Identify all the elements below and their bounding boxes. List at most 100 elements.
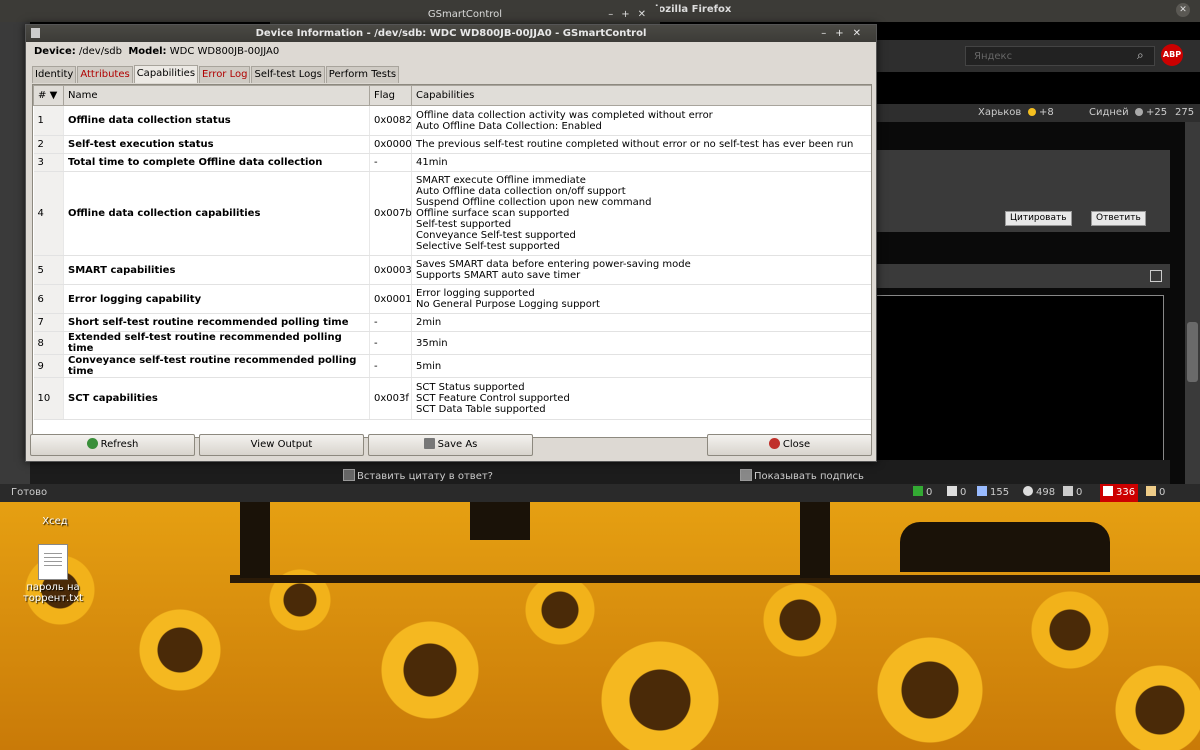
expand-icon[interactable] <box>1150 270 1162 282</box>
capability-line: 2min <box>416 317 442 328</box>
note-icon <box>947 486 957 496</box>
reply-textarea[interactable] <box>875 295 1164 483</box>
firefox-scrollbar[interactable] <box>1185 122 1200 484</box>
home-icon <box>977 486 987 496</box>
trash-icon <box>1146 486 1156 496</box>
plus-icon <box>913 486 923 496</box>
refresh-icon <box>86 438 98 449</box>
row-capabilities: Saves SMART data before entering power-s… <box>411 255 871 285</box>
close-button[interactable]: Close <box>707 434 872 456</box>
capability-line: Auto Offline data collection on/off supp… <box>416 186 626 197</box>
tab-self-test-logs[interactable]: Self-test Logs <box>251 66 325 83</box>
text-file-icon <box>38 544 68 580</box>
close-icon <box>768 438 780 449</box>
search-input[interactable]: Яндекс <box>965 46 1155 66</box>
row-flag: 0x007b <box>369 171 412 256</box>
capability-line: Supports SMART auto save timer <box>416 270 581 281</box>
column-header-number[interactable]: # ▼ <box>33 85 64 106</box>
desktop-icon-folder[interactable]: Хсед <box>20 516 90 527</box>
gsmartcontrol-title: GSmartControl <box>427 9 503 20</box>
tab-perform-tests[interactable]: Perform Tests <box>325 66 400 83</box>
table-row[interactable]: 1 Offline data collection status 0x0082 Off… <box>33 105 871 136</box>
firefox-close-button[interactable]: ✕ <box>1176 3 1190 17</box>
table-row[interactable]: 3 Total time to complete Offline data col… <box>33 153 871 172</box>
capability-line: Offline surface scan supported <box>416 208 570 219</box>
capability-line: Suspend Offline collection upon new comm… <box>416 197 652 208</box>
table-row[interactable]: 4 Offline data collection capabilities 0x0… <box>33 171 871 256</box>
capability-line: Offline data collection activity was com… <box>416 109 713 121</box>
view-output-button[interactable]: View Output <box>199 434 364 456</box>
row-name: Short self-test routine recommended poll… <box>63 313 370 332</box>
show-signature-label: Показывать подпись <box>754 471 864 482</box>
tab-attributes[interactable]: Attributes <box>77 66 133 83</box>
column-header-capabilities[interactable]: Capabilities <box>411 85 871 106</box>
row-flag: - <box>369 153 412 172</box>
close-label: Close <box>782 439 811 450</box>
row-number: 7 <box>33 313 64 332</box>
tab-error-log[interactable]: Error Log <box>199 66 251 83</box>
dialog-window-controls[interactable]: –+✕ <box>821 25 870 42</box>
adblock-plus-icon[interactable]: ABP <box>1161 44 1183 66</box>
search-icon[interactable]: ⌕ <box>1137 48 1144 63</box>
window-controls[interactable]: –+✕ <box>608 6 654 24</box>
refresh-label: Refresh <box>100 439 139 450</box>
wallpaper-silhouette <box>470 500 530 540</box>
table-row[interactable]: 10 SCT capabilities 0x003f SCT Status suppo… <box>33 377 871 420</box>
table-row[interactable]: 5 SMART capabilities 0x0003 Saves SMART dat… <box>33 255 871 285</box>
column-header-name[interactable]: Name <box>63 85 370 106</box>
insert-quote-checkbox[interactable] <box>343 469 355 481</box>
quote-button[interactable]: Цитировать <box>1005 211 1072 226</box>
table-row[interactable]: 9 Conveyance self-test routine recommende… <box>33 354 871 378</box>
table-row[interactable]: 8 Extended self-test routine recommended … <box>33 331 871 355</box>
status-count: 336 <box>1116 487 1136 498</box>
column-header-flag[interactable]: Flag <box>369 85 412 106</box>
table-row[interactable]: 6 Error logging capability 0x0001 Error log… <box>33 284 871 314</box>
status-count: 0 <box>960 487 967 498</box>
cloud-icon <box>1135 108 1143 116</box>
desktop-icon-label: Хсед <box>42 516 68 527</box>
reply-button[interactable]: Ответить <box>1091 211 1146 226</box>
row-capabilities: The previous self-test routine completed… <box>411 135 871 154</box>
wallpaper-silhouette <box>800 500 830 578</box>
forum-reply-header <box>875 264 1170 288</box>
row-name: Total time to complete Offline data coll… <box>63 153 370 172</box>
row-capabilities: 41min <box>411 153 871 172</box>
weather-temp-2: +25 <box>1146 107 1168 118</box>
tab-capabilities[interactable]: Capabilities <box>133 65 199 83</box>
row-capabilities: 35min <box>411 331 871 355</box>
scrollbar-thumb[interactable] <box>1187 322 1198 382</box>
status-text: Готово <box>11 487 48 498</box>
device-information-dialog: Device Information - /dev/sdb: WDC WD800… <box>25 24 877 462</box>
capability-line: Saves SMART data before entering power-s… <box>416 259 691 270</box>
alert-icon <box>1103 486 1113 496</box>
desktop-icon-text-file[interactable]: пароль на торрент.txt <box>18 544 88 604</box>
dialog-button-row: Refresh View Output Save As Close <box>30 433 872 457</box>
refresh-button[interactable]: Refresh <box>30 434 195 456</box>
device-summary: Device: /dev/sdb Model: WDC WD800JB-00JJ… <box>34 46 279 57</box>
column-header-label: # <box>38 90 47 101</box>
row-name: Offline data collection status <box>63 105 370 136</box>
wallpaper-silhouette <box>900 522 1110 572</box>
show-signature-checkbox[interactable] <box>740 469 752 481</box>
capability-line: 41min <box>416 157 448 168</box>
status-count: 0 <box>926 487 933 498</box>
row-name: Self-test execution status <box>63 135 370 154</box>
table-row[interactable]: 2 Self-test execution status 0x0000 The pre… <box>33 135 871 154</box>
firefox-statusbar: Готово 0 0 155 498 0 336 0 <box>0 484 1200 502</box>
row-number: 8 <box>33 331 64 355</box>
weather-bar: Харьков +8 Сидней +25 275 <box>875 104 1200 122</box>
row-number: 9 <box>33 354 64 378</box>
reply-options-row: Вставить цитату в ответ? Показывать подп… <box>30 460 1170 484</box>
desktop-icon-label: пароль на торрент.txt <box>22 582 84 604</box>
tab-identity[interactable]: Identity <box>32 66 77 83</box>
row-number: 5 <box>33 255 64 285</box>
row-number: 3 <box>33 153 64 172</box>
device-value: /dev/sdb <box>78 46 122 57</box>
save-as-button[interactable]: Save As <box>368 434 533 456</box>
dialog-titlebar: Device Information - /dev/sdb: WDC WD800… <box>26 25 876 42</box>
capability-line: SCT Data Table supported <box>416 404 546 415</box>
table-row[interactable]: 7 Short self-test routine recommended pol… <box>33 313 871 332</box>
row-flag: 0x0000 <box>369 135 412 154</box>
row-flag: 0x0082 <box>369 105 412 136</box>
weather-city-2: Сидней <box>1089 107 1129 118</box>
